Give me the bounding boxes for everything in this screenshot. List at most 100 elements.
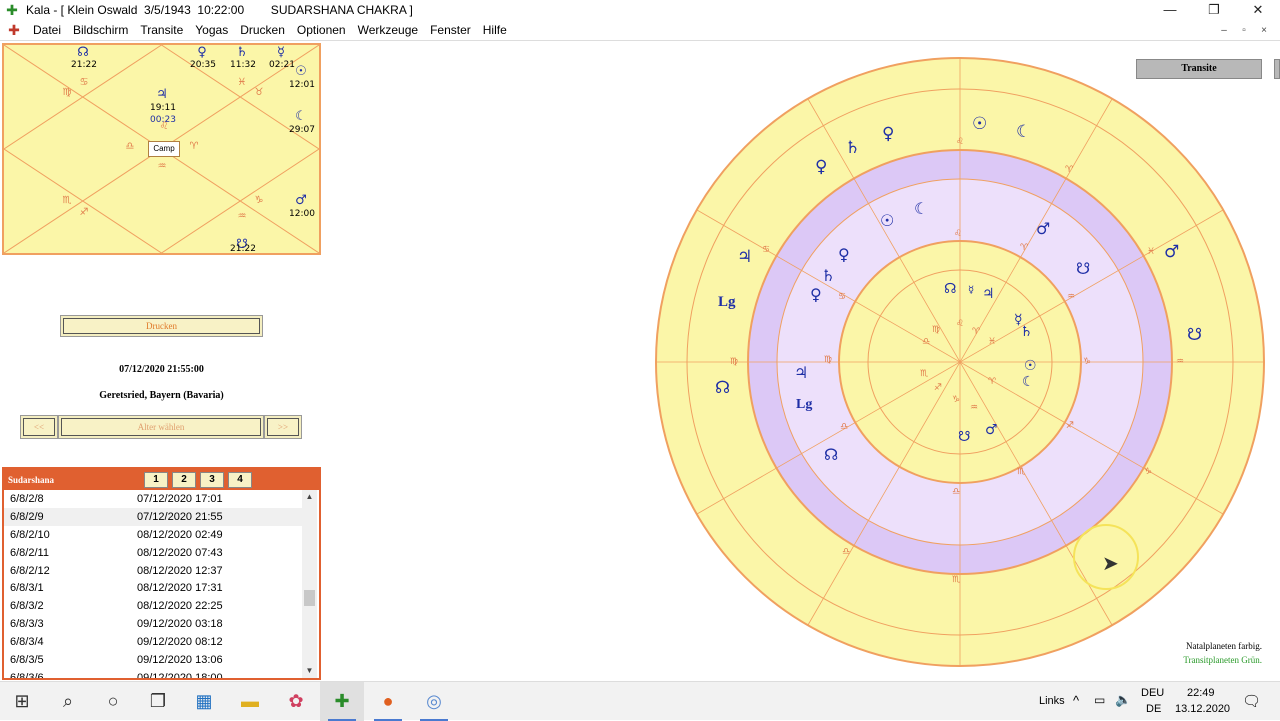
list-item[interactable]: 6/8/3/5 09/12/2020 13:06 — [4, 651, 302, 669]
moon-icon: ☾ — [914, 199, 928, 218]
list-item-selected[interactable]: 6/8/2/9 07/12/2020 21:55 — [4, 507, 302, 526]
svg-text:♏: ♏ — [952, 575, 960, 585]
mars-time: 12:00 — [289, 209, 315, 219]
title-bar: ✚ Kala - [ Klein Oswald 3/5/1943 10:22:0… — [0, 0, 1280, 20]
list-item[interactable]: 6/8/2/12 08/12/2020 12:37 — [4, 562, 302, 580]
kala-taskbar-icon[interactable]: ✚ — [320, 682, 364, 721]
list-item[interactable]: 6/8/3/3 09/12/2020 03:18 — [4, 615, 302, 633]
svg-text:♌: ♌ — [954, 229, 962, 239]
saturn-icon: ♄ — [1020, 324, 1033, 340]
calculator-icon[interactable]: ▦ — [182, 682, 226, 721]
list-item[interactable]: 6/8/2/11 08/12/2020 07:43 — [4, 544, 302, 562]
mdi-controls: – ▫ × — [1214, 20, 1274, 41]
windows-start-icon[interactable]: ⊞ — [0, 682, 44, 721]
window-controls: — ❐ ✕ — [1148, 0, 1280, 20]
menu-yogas[interactable]: Yogas — [190, 20, 235, 41]
venus-icon: ♀ — [838, 245, 850, 264]
list-item[interactable]: 6/8/2/8 07/12/2020 17:01 — [4, 490, 302, 508]
maximize-button[interactable]: ❐ — [1192, 0, 1236, 20]
battery-icon[interactable]: ▭ — [1094, 693, 1105, 707]
age-navigation: << Alter wählen >> — [20, 415, 302, 439]
app-icon[interactable]: ◎ — [412, 682, 456, 721]
file-explorer-icon[interactable]: ▬ — [228, 682, 272, 721]
saturn-icon: ♄ — [236, 45, 248, 60]
transit-datetime: 07/12/2020 21:55:00 — [119, 364, 204, 375]
scroll-down-icon[interactable]: ▼ — [302, 664, 317, 678]
list-item[interactable]: 6/8/2/10 08/12/2020 02:49 — [4, 526, 302, 544]
notification-icon[interactable]: 🗨 — [1242, 692, 1261, 710]
cortana-icon[interactable]: ○ — [91, 682, 135, 721]
speaker-icon[interactable]: 🔈 — [1115, 692, 1131, 708]
date: 09/12/2020 03:18 — [137, 618, 223, 631]
svg-text:♎: ♎ — [922, 337, 930, 347]
sudarshana-tab-1[interactable]: 1 — [144, 471, 168, 488]
menu-bildschirm[interactable]: Bildschirm — [68, 20, 135, 41]
menu-drucken[interactable]: Drucken — [235, 20, 292, 41]
sudarshana-list[interactable]: 6/8/2/8 07/12/2020 17:01 6/8/2/9 07/12/202… — [4, 490, 302, 678]
select-age-button[interactable]: Alter wählen — [58, 415, 264, 439]
legend-natal: Natalplaneten farbig. — [1186, 641, 1262, 651]
svg-text:♒: ♒ — [1176, 357, 1184, 367]
mdi-restore-button[interactable]: ▫ — [1234, 20, 1254, 41]
mercury-icon: ☿ — [968, 285, 974, 296]
menu-hilfe[interactable]: Hilfe — [478, 20, 514, 41]
svg-text:♑: ♑ — [952, 395, 960, 405]
list-item[interactable]: 6/8/3/2 08/12/2020 22:25 — [4, 597, 302, 615]
date: 09/12/2020 13:06 — [137, 654, 223, 667]
list-item[interactable]: 6/8/3/4 09/12/2020 08:12 — [4, 633, 302, 651]
sign-glyph: ♎ — [125, 141, 135, 152]
search-icon[interactable]: ⌕ — [46, 682, 90, 721]
mars-icon: ♂ — [1036, 219, 1050, 238]
svg-text:♌: ♌ — [956, 319, 964, 329]
drucken-button[interactable]: Drucken — [60, 315, 263, 337]
list-scrollbar[interactable]: ▲ ▼ — [302, 490, 317, 678]
period: 6/8/2/9 — [10, 510, 44, 523]
scroll-thumb[interactable] — [304, 590, 315, 606]
menu-werkzeuge[interactable]: Werkzeuge — [353, 20, 425, 41]
menu-optionen[interactable]: Optionen — [292, 20, 353, 41]
sudarshana-tab-3[interactable]: 3 — [200, 471, 224, 488]
list-item[interactable]: 6/8/3/6 09/12/2020 18:00 — [4, 669, 302, 678]
edge-button[interactable] — [1274, 59, 1280, 79]
transit-place: Geretsried, Bayern (Bavaria) — [99, 390, 224, 401]
links-toolbar[interactable]: Links — [1039, 695, 1065, 707]
mouse-cursor-icon: ➤ — [1102, 551, 1119, 575]
menu-fenster[interactable]: Fenster — [425, 20, 478, 41]
next-button[interactable]: >> — [264, 415, 302, 439]
rahu-icon: ☊ — [824, 445, 838, 464]
minimize-button[interactable]: — — [1148, 0, 1192, 20]
sign-glyph: ♉ — [254, 87, 264, 98]
sudarshana-tab-2[interactable]: 2 — [172, 471, 196, 488]
venus-icon: ♀ — [197, 45, 207, 60]
language-top[interactable]: DEU — [1141, 687, 1164, 699]
mdi-close-button[interactable]: × — [1254, 20, 1274, 41]
close-button[interactable]: ✕ — [1236, 0, 1280, 20]
sign-glyph: ♒ — [157, 161, 167, 172]
period: 6/8/3/2 — [10, 600, 44, 613]
firefox-icon[interactable]: ● — [366, 682, 410, 721]
document-icon[interactable]: ✚ — [6, 22, 22, 38]
rahu-time: 21:22 — [71, 60, 97, 70]
sign-glyph: ♏ — [62, 195, 72, 206]
sudarshana-header: Sudarshana 1 2 3 4 — [4, 469, 319, 490]
ketu-icon: ☋ — [1076, 259, 1090, 278]
clock-time[interactable]: 22:49 — [1187, 687, 1215, 699]
prev-button[interactable]: << — [20, 415, 58, 439]
moon-icon: ☾ — [295, 109, 307, 124]
task-view-icon[interactable]: ❐ — [136, 682, 180, 721]
svg-text:♍: ♍ — [824, 355, 832, 365]
mdi-minimize-button[interactable]: – — [1214, 20, 1234, 41]
paint-icon[interactable]: ✿ — [274, 682, 318, 721]
language-bottom[interactable]: DE — [1146, 703, 1161, 715]
menu-datei[interactable]: Datei — [28, 20, 68, 41]
list-item[interactable]: 6/8/3/1 08/12/2020 17:31 — [4, 579, 302, 597]
menu-transite[interactable]: Transite — [135, 20, 190, 41]
clock-date[interactable]: 13.12.2020 — [1175, 703, 1230, 715]
chevron-up-icon[interactable]: ^ — [1073, 693, 1079, 708]
moon-icon: ☾ — [1016, 122, 1031, 142]
svg-text:♈: ♈ — [972, 327, 981, 337]
lagna-label: Lg — [796, 397, 812, 412]
date: 09/12/2020 18:00 — [137, 671, 223, 678]
scroll-up-icon[interactable]: ▲ — [302, 490, 317, 504]
sudarshana-tab-4[interactable]: 4 — [228, 471, 252, 488]
